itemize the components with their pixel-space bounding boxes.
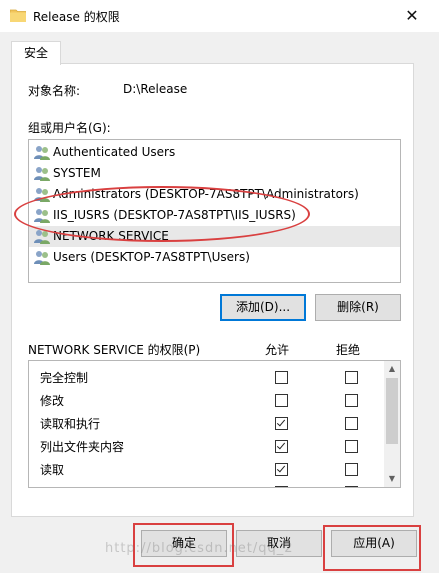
user-list-item-label: NETWORK SERVICE (53, 229, 169, 243)
dialog-button-bar: 确定 取消 应用(A) (0, 522, 425, 573)
permission-label: 读取和执行 (40, 417, 101, 431)
allow-checkbox[interactable] (275, 463, 288, 476)
allow-checkbox[interactable] (275, 417, 288, 430)
permission-label: 写入 (40, 484, 64, 487)
user-list-item-label: IIS_IUSRS (DESKTOP-7AS8TPT\IIS_IUSRS) (53, 208, 296, 222)
cancel-button[interactable]: 取消 (236, 530, 322, 557)
apply-button[interactable]: 应用(A) (331, 530, 417, 557)
deny-checkbox[interactable] (345, 417, 358, 430)
deny-checkbox[interactable] (345, 394, 358, 407)
user-group-icon (34, 167, 50, 181)
close-button[interactable]: ✕ (401, 5, 423, 27)
permissions-scrollbar[interactable]: ▲ ▼ (384, 361, 400, 487)
permissions-list: 写入 读取 列出文件夹内容读取和执行 修改 完全控制 ▲ ▼ (28, 360, 401, 488)
permission-row: 读取和执行 (29, 411, 384, 434)
tab-security[interactable]: 安全 (11, 41, 61, 65)
user-list-item[interactable]: Users (DESKTOP-7AS8TPT\Users) (29, 247, 400, 268)
user-group-icon (34, 251, 50, 265)
remove-button[interactable]: 删除(R) (315, 294, 401, 321)
object-name-label: 对象名称: (28, 84, 81, 98)
user-list-item-label: Authenticated Users (53, 145, 176, 159)
allow-checkbox[interactable] (275, 371, 288, 384)
user-list-item[interactable]: NETWORK SERVICE (29, 226, 400, 247)
folder-icon (10, 9, 26, 22)
scroll-up-arrow-icon[interactable]: ▲ (384, 361, 400, 377)
user-list-item[interactable]: Authenticated Users (29, 142, 400, 163)
permission-label: 完全控制 (40, 371, 89, 385)
permission-row: 读取 (29, 457, 384, 480)
deny-checkbox[interactable] (345, 440, 358, 453)
user-list-item-label: Administrators (DESKTOP-7AS8TPT\Administ… (53, 187, 359, 201)
permission-row: 写入 (29, 480, 384, 487)
scroll-down-arrow-icon[interactable]: ▼ (384, 471, 400, 487)
permission-label: 修改 (40, 394, 65, 408)
permission-row: 修改 (29, 388, 384, 411)
permission-row: 完全控制 (29, 365, 384, 388)
user-list-item[interactable]: IIS_IUSRS (DESKTOP-7AS8TPT\IIS_IUSRS) (29, 205, 400, 226)
user-group-icon (34, 209, 50, 223)
permission-label: 列出文件夹内容 (40, 440, 125, 454)
deny-column-header: 拒绝 (336, 343, 361, 357)
users-list[interactable]: Authenticated Users SYSTEM Administrators … (28, 139, 401, 283)
user-group-icon (34, 188, 50, 202)
close-icon: ✕ (405, 6, 419, 25)
deny-checkbox[interactable] (345, 486, 358, 487)
background-window-edge (424, 32, 439, 573)
permission-label: 读取 (40, 463, 65, 477)
permissions-title: NETWORK SERVICE 的权限(P) (28, 343, 201, 357)
user-list-item[interactable]: SYSTEM (29, 163, 400, 184)
add-button[interactable]: 添加(D)... (220, 294, 306, 321)
dialog-body: 安全 对象名称: D:\Release 组或用户名(G): Authentica… (0, 32, 425, 573)
title-bar: Release 的权限 ✕ (0, 0, 439, 32)
user-list-item[interactable]: Administrators (DESKTOP-7AS8TPT\Administ… (29, 184, 400, 205)
object-name-value: D:\Release (123, 82, 188, 96)
groups-label: 组或用户名(G): (28, 121, 111, 135)
allow-checkbox[interactable] (275, 394, 288, 407)
allow-checkbox[interactable] (275, 440, 288, 453)
deny-checkbox[interactable] (345, 371, 358, 384)
permission-row: 列出文件夹内容 (29, 434, 384, 457)
user-list-item-label: Users (DESKTOP-7AS8TPT\Users) (53, 250, 250, 264)
allow-column-header: 允许 (265, 343, 290, 357)
security-tab-panel: 对象名称: D:\Release 组或用户名(G): Authenticated… (11, 63, 414, 517)
window-title: Release 的权限 (33, 10, 120, 24)
user-group-icon (34, 230, 50, 244)
user-group-icon (34, 146, 50, 160)
user-list-item-label: SYSTEM (53, 166, 101, 180)
allow-checkbox[interactable] (275, 486, 288, 487)
scroll-thumb[interactable] (386, 378, 398, 444)
deny-checkbox[interactable] (345, 463, 358, 476)
ok-button[interactable]: 确定 (141, 530, 227, 557)
